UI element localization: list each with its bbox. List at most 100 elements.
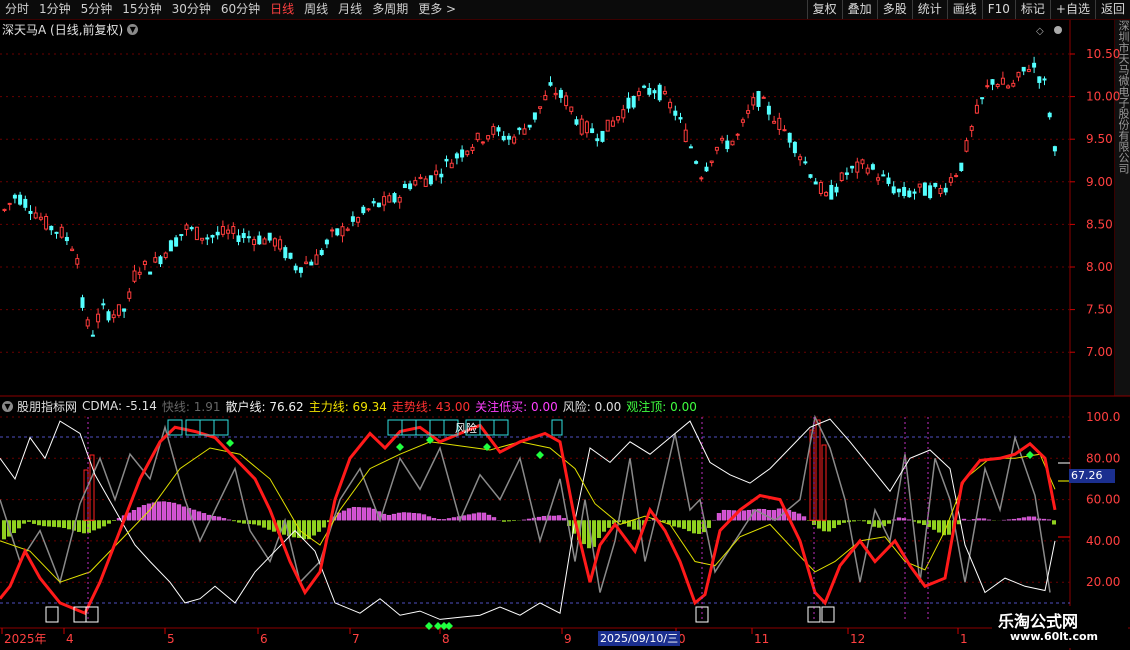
candle-body <box>1047 112 1052 118</box>
candle-body <box>610 120 615 127</box>
candle-body <box>865 167 870 174</box>
indicator-top: 观注顶: 0.00 <box>626 399 697 414</box>
candle-body <box>766 105 771 115</box>
candle-body <box>449 162 454 169</box>
histogram-bar <box>221 518 227 521</box>
histogram-bar <box>181 506 187 521</box>
candle-body <box>293 265 298 271</box>
candle-body <box>257 235 262 245</box>
price-tick-label: 8.00 <box>1086 260 1113 274</box>
candle-body <box>163 252 168 259</box>
candle-body <box>314 254 319 265</box>
candle-body <box>85 319 90 327</box>
candle-body <box>683 129 688 143</box>
histogram-bar <box>252 520 256 525</box>
histogram-bar <box>17 520 21 529</box>
candle-body <box>922 182 927 196</box>
candle-body <box>49 225 54 231</box>
candle-body <box>876 177 881 181</box>
histogram-bar <box>12 520 16 534</box>
bottom-signal-box <box>821 606 835 623</box>
candle-body <box>246 236 251 239</box>
histogram-bar <box>476 512 482 521</box>
candle-body <box>725 140 730 150</box>
histogram-bar <box>391 513 397 521</box>
histogram-bar <box>707 520 711 528</box>
candle-body <box>319 250 324 255</box>
candle-body <box>574 119 579 125</box>
indicator-retail: 散户线: 76.62 <box>225 399 304 414</box>
signal-diamond-icon <box>425 622 433 630</box>
histogram-bar <box>267 520 271 530</box>
histogram-bar <box>481 512 487 521</box>
chevron-down-icon[interactable]: ▼ <box>2 400 13 412</box>
time-tick-label: 12 <box>850 632 865 646</box>
histogram-bar <box>796 513 802 521</box>
candle-body <box>943 187 948 193</box>
candle-body <box>626 97 631 109</box>
histogram-bar <box>1041 518 1047 521</box>
candle-body <box>532 112 537 120</box>
candle-body <box>1000 77 1005 85</box>
indicator-low-buy: 关注低买: 0.00 <box>475 399 558 414</box>
candle-body <box>694 161 699 164</box>
candle-body <box>631 95 636 108</box>
histogram-bar <box>551 515 557 521</box>
histogram-bar <box>361 507 367 521</box>
histogram-bar <box>981 518 987 521</box>
candle-body <box>44 215 49 230</box>
candle-body <box>345 228 350 231</box>
histogram-bar <box>1046 519 1052 521</box>
candle-body <box>439 173 444 178</box>
candle-body <box>584 121 589 134</box>
candle-body <box>829 184 834 200</box>
candle-body <box>564 95 569 107</box>
candle-body <box>720 137 725 141</box>
candle-body <box>90 334 95 337</box>
indicator-trend: 走势线: 43.00 <box>391 399 471 414</box>
histogram-bar <box>196 511 202 521</box>
candle-body <box>595 138 600 142</box>
candle-body <box>928 185 933 199</box>
histogram-bar <box>491 517 497 521</box>
candle-body <box>283 247 288 259</box>
candle-body <box>756 91 761 107</box>
candle-body <box>1016 71 1021 78</box>
signal-spike <box>89 454 95 521</box>
candle-body <box>522 128 527 135</box>
indicator-name: 股朋指标网 <box>17 399 78 414</box>
histogram-bar <box>976 518 982 521</box>
histogram-bar <box>441 519 447 521</box>
candle-body <box>746 110 751 114</box>
histogram-bar <box>961 518 967 521</box>
candle-body <box>569 106 574 112</box>
histogram-bar <box>97 520 101 529</box>
histogram-bar <box>561 518 567 521</box>
histogram-bar <box>136 507 142 521</box>
histogram-bar <box>922 520 926 526</box>
candle-body <box>652 90 657 94</box>
current-value-badge: 67.26 <box>1069 469 1115 483</box>
top-signal-box <box>493 419 509 436</box>
histogram-bar <box>57 520 61 528</box>
histogram-bar <box>842 520 846 523</box>
candle-body <box>75 258 80 265</box>
candle-body <box>168 240 173 252</box>
candle-body <box>860 159 865 165</box>
chart-canvas[interactable]: 10.50 10.00 9.50 9.00 8.50 8.00 7.50 7.00 100.0 8… <box>0 0 1130 650</box>
candle-body <box>465 150 470 156</box>
candle-body <box>59 226 64 238</box>
histogram-bar <box>216 516 222 521</box>
candle-body <box>309 261 314 266</box>
candle-body <box>501 135 506 141</box>
candle-body <box>96 313 101 323</box>
candle-body <box>751 97 756 106</box>
histogram-bar <box>201 513 207 521</box>
candle-body <box>475 132 480 141</box>
candle-body <box>938 187 943 195</box>
candle-body <box>278 239 283 250</box>
indicator-main: 主力线: 69.34 <box>308 399 387 414</box>
candle-body <box>740 119 745 123</box>
candle-body <box>839 172 844 181</box>
candle-body <box>662 90 667 95</box>
